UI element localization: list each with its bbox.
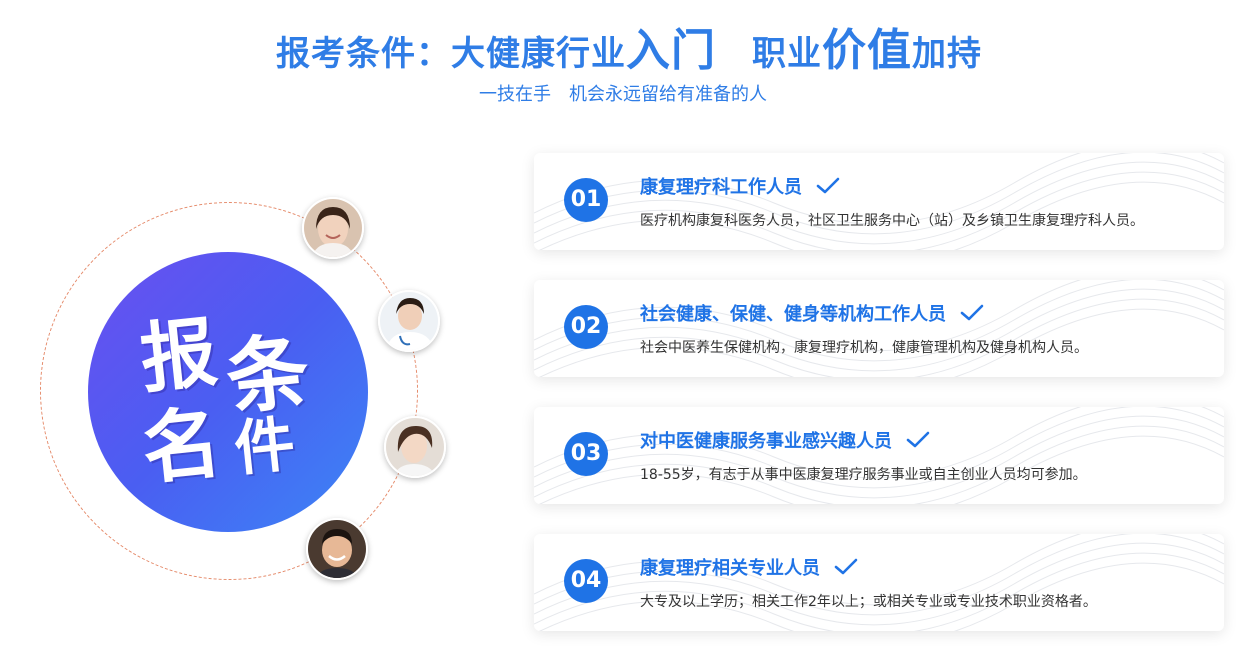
card-description: 大专及以上学历；相关工作2年以上；或相关专业或专业技术职业资格者。 [640,594,1097,610]
nurse-avatar [378,290,440,352]
subtitle-part-1: 一技在手 [479,84,551,105]
card-description: 18-55岁，有志于从事中医康复理疗服务事业或自主创业人员均可参加。 [640,467,1087,483]
check-icon [960,304,984,321]
title-emphasis-2: 价值 [822,25,912,76]
title-part-3: 加持 [912,34,982,74]
condition-card-4: 04 康复理疗相关专业人员 大专及以上学历；相关工作2年以上；或相关专业或专业技… [534,534,1224,631]
wave-pattern-decoration [534,280,1224,377]
condition-card-3: 03 对中医健康服务事业感兴趣人员 18-55岁，有志于从事中医康复理疗服务事业… [534,407,1224,504]
card-number-badge: 03 [564,432,608,476]
card-title-text: 社会健康、保健、健身等机构工作人员 [640,304,946,325]
woman-smiling-avatar [302,197,364,259]
condition-card-1: 01 康复理疗科工作人员 医疗机构康复科医务人员，社区卫生服务中心（站）及乡镇卫… [534,153,1224,250]
badge-char-3: 名 [138,397,226,496]
title-emphasis-1: 入门 [626,25,716,76]
card-description: 社会中医养生保健机构，康复理疗机构，健康管理机构及健身机构人员。 [640,340,1088,356]
check-icon [906,431,930,448]
title-part-1: 报考条件：大健康行业 [276,34,626,74]
wave-pattern-decoration [534,534,1224,631]
condition-card-2: 02 社会健康、保健、健身等机构工作人员 社会中医养生保健机构，康复理疗机构，健… [534,280,1224,377]
wave-pattern-decoration [534,153,1224,250]
check-icon [834,558,858,575]
card-number-badge: 01 [564,178,608,222]
wave-pattern-decoration [534,407,1224,504]
page-subtitle: 一技在手 机会永远留给有准备的人 [0,80,1246,106]
card-description: 医疗机构康复科医务人员，社区卫生服务中心（站）及乡镇卫生康复理疗科人员。 [640,213,1144,229]
title-part-2: 职业 [752,34,822,74]
calligraphy-badge: 报 条 名 件 [88,252,368,532]
card-number-badge: 02 [564,305,608,349]
woman-avatar [384,416,446,478]
card-number-badge: 04 [564,559,608,603]
card-title: 对中医健康服务事业感兴趣人员 [640,427,930,453]
card-title-text: 康复理疗相关专业人员 [640,558,820,579]
card-title: 康复理疗相关专业人员 [640,554,858,580]
man-smiling-avatar [306,518,368,580]
check-icon [816,177,840,194]
card-title-text: 对中医健康服务事业感兴趣人员 [640,431,892,452]
page-title: 报考条件：大健康行业入门 职业价值加持 [0,14,1258,78]
card-title: 康复理疗科工作人员 [640,173,840,199]
subtitle-part-2: 机会永远留给有准备的人 [569,84,767,105]
card-title-text: 康复理疗科工作人员 [640,177,802,198]
badge-char-4: 件 [231,409,299,485]
card-title: 社会健康、保健、健身等机构工作人员 [640,300,984,326]
